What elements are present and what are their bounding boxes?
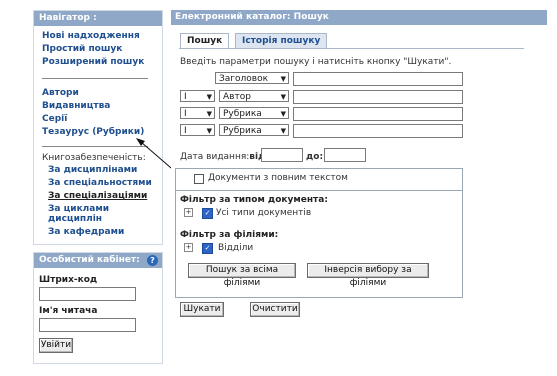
field-select-4[interactable]: Рубрика ▼ — [219, 124, 289, 136]
branch-filter-heading: Фільтр за філіями: — [180, 230, 279, 240]
search-value-input-3[interactable] — [293, 107, 463, 121]
clear-button[interactable]: Очистити — [250, 302, 300, 317]
chevron-down-icon: ▼ — [280, 127, 286, 135]
operator-select-2[interactable]: І ▼ — [180, 90, 215, 102]
search-value-input-4[interactable] — [293, 124, 463, 138]
tab-search-history[interactable]: Історія пошуку — [235, 33, 328, 48]
field-select-3[interactable]: Рубрика ▼ — [219, 107, 289, 119]
chevron-down-icon: ▼ — [280, 110, 286, 118]
chevron-down-icon: ▼ — [280, 75, 286, 83]
publication-date-label: Дата видання:від: — [180, 152, 269, 162]
fulltext-checkbox[interactable] — [194, 174, 204, 184]
date-from-input[interactable] — [261, 148, 303, 162]
search-instruction: Введіть параметри пошуку і натисніть кно… — [180, 57, 452, 67]
filters-divider — [175, 190, 463, 191]
operator-select-4[interactable]: І ▼ — [180, 124, 215, 136]
tab-search[interactable]: Пошук — [180, 33, 230, 48]
search-all-branches-button[interactable]: Пошук за всіма філіями — [188, 263, 296, 288]
chevron-down-icon: ▼ — [206, 110, 212, 118]
search-button[interactable]: Шукати — [180, 302, 224, 317]
doctype-filter-heading: Фільтр за типом документа: — [180, 195, 328, 205]
catalog-panel: Електронний каталог: Пошук Пошук Історія… — [171, 10, 547, 370]
departments-label: Відділи — [218, 243, 254, 253]
expand-plus-icon[interactable]: + — [184, 243, 193, 252]
catalog-title: Електронний каталог: Пошук — [171, 10, 547, 25]
operator-select-3[interactable]: І ▼ — [180, 107, 215, 119]
invert-branch-selection-button[interactable]: Інверсія вибору за філіями — [307, 263, 429, 288]
field-select-1[interactable]: Заголовок ▼ — [215, 72, 289, 84]
search-value-input-2[interactable] — [293, 90, 463, 104]
fulltext-label: Документи з повним текстом — [208, 173, 348, 183]
checkbox-checked-icon[interactable]: ✓ — [202, 208, 213, 219]
date-to-label: до: — [306, 152, 324, 162]
expand-plus-icon[interactable]: + — [184, 208, 193, 217]
chevron-down-icon: ▼ — [206, 127, 212, 135]
checkbox-checked-icon[interactable]: ✓ — [202, 243, 213, 254]
date-to-input[interactable] — [324, 148, 366, 162]
search-value-input-1[interactable] — [293, 72, 463, 86]
tab-underline — [179, 48, 524, 49]
all-doc-types-label: Усі типи документів — [216, 208, 312, 218]
field-select-2[interactable]: Автор ▼ — [219, 90, 289, 102]
chevron-down-icon: ▼ — [280, 93, 286, 101]
chevron-down-icon: ▼ — [206, 93, 212, 101]
